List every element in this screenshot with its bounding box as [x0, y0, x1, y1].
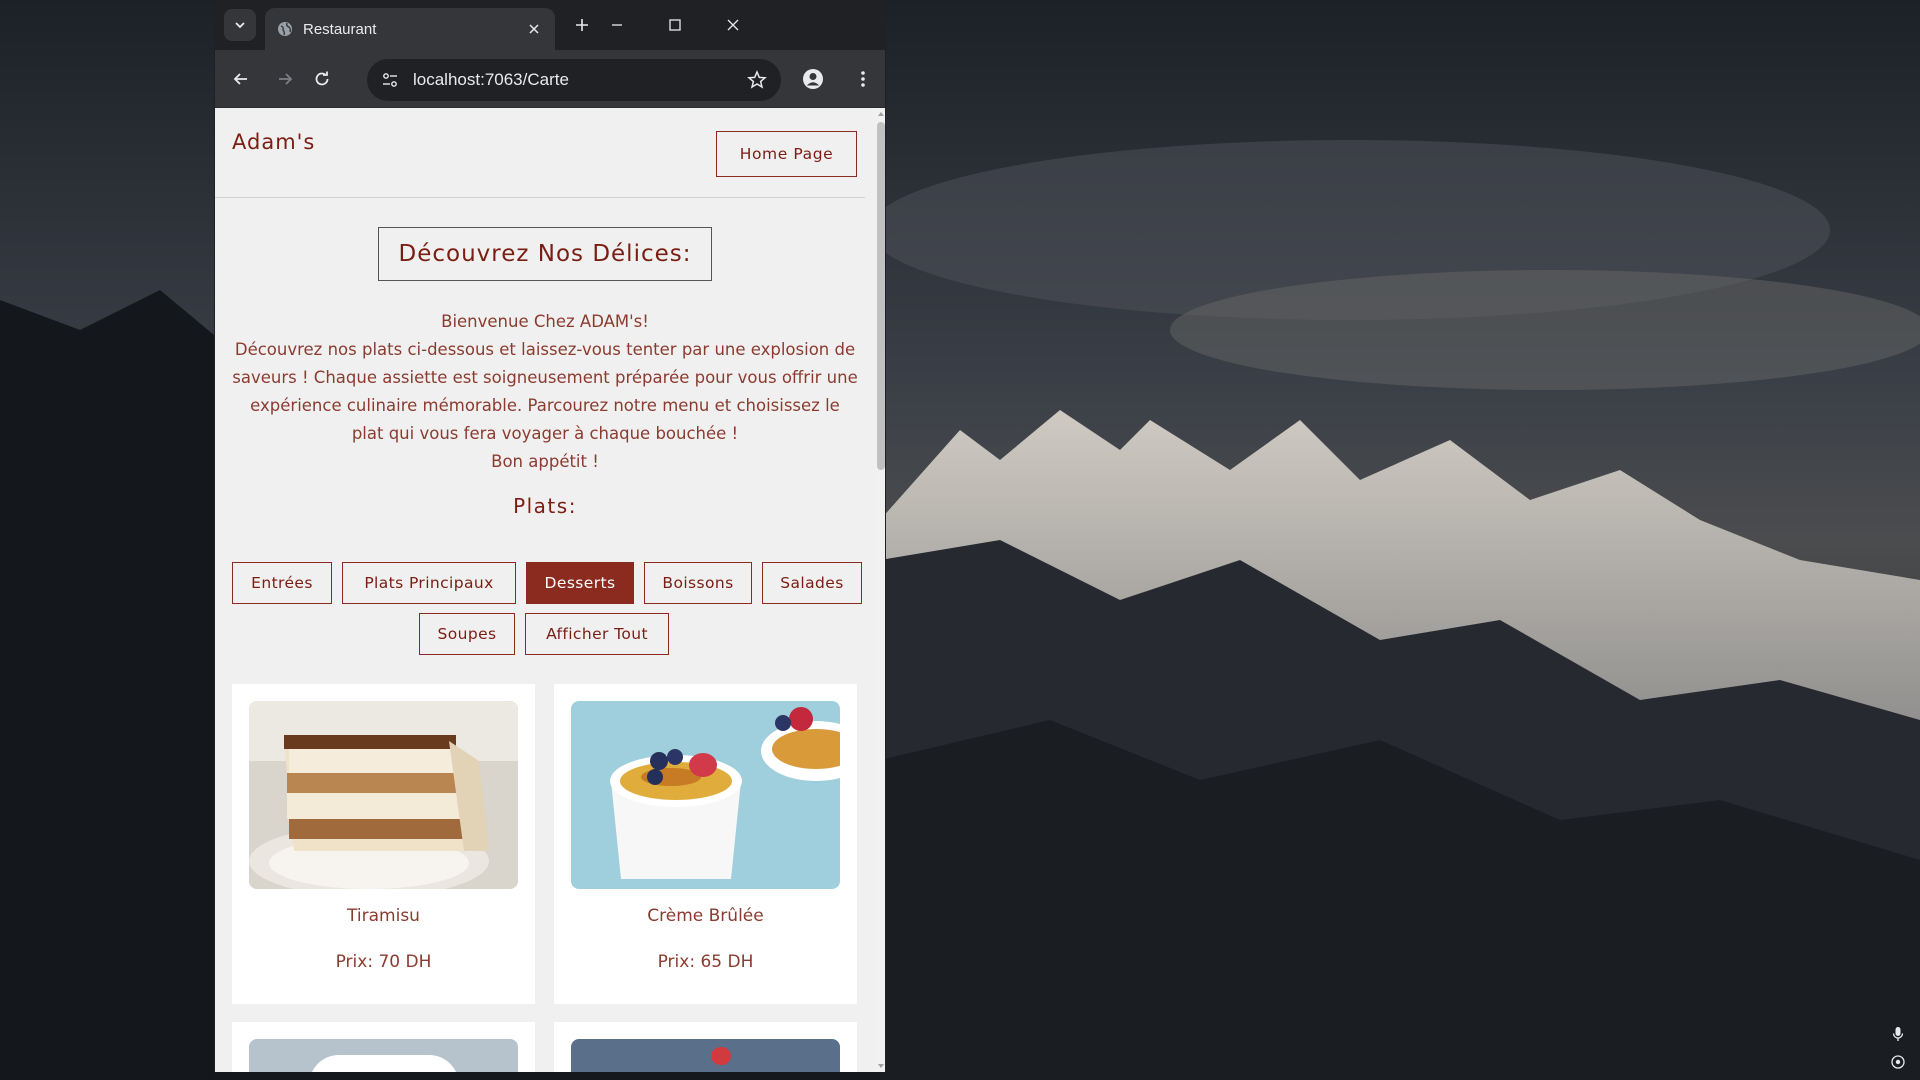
- chevron-down-icon: [235, 22, 245, 29]
- reload-button[interactable]: [310, 67, 334, 91]
- site-header: Adam's Home Page: [215, 108, 865, 198]
- close-window-button[interactable]: [721, 13, 745, 37]
- home-page-button[interactable]: Home Page: [716, 131, 857, 177]
- browser-window: Restaurant localhost:7063/Carte Adam's H…: [214, 0, 886, 1072]
- minimize-icon: [612, 24, 622, 26]
- brand-logo[interactable]: Adam's: [232, 130, 315, 154]
- dish-card[interactable]: Tiramisu Prix: 70 DH: [232, 684, 535, 1004]
- filter-desserts-button[interactable]: Desserts: [526, 562, 634, 604]
- maximize-icon: [669, 19, 681, 31]
- dish-image-creme-brulee: [571, 701, 840, 889]
- site-settings-icon[interactable]: [381, 71, 399, 89]
- address-bar[interactable]: localhost:7063/Carte: [367, 59, 781, 101]
- page-scrollbar[interactable]: [875, 108, 885, 1072]
- dish-image-tiramisu: [249, 701, 518, 889]
- location-icon[interactable]: [1890, 1054, 1906, 1070]
- filter-entrees-button[interactable]: Entrées: [232, 562, 332, 604]
- browser-menu-button[interactable]: [851, 67, 875, 91]
- scroll-down-icon[interactable]: [877, 1062, 885, 1070]
- tab-search-button[interactable]: [224, 9, 256, 41]
- tab-restaurant[interactable]: Restaurant: [265, 8, 555, 50]
- forward-button[interactable]: [273, 67, 297, 91]
- dish-image-partial: [249, 1039, 518, 1072]
- page-title: Découvrez Nos Délices:: [378, 227, 712, 281]
- browser-toolbar: localhost:7063/Carte: [215, 50, 885, 108]
- dish-price: Prix: 65 DH: [657, 952, 754, 972]
- filter-plats-principaux-button[interactable]: Plats Principaux: [342, 562, 516, 604]
- dish-card-partial[interactable]: [554, 1022, 857, 1072]
- intro-line: saveurs ! Chaque assiette est soigneusem…: [232, 368, 858, 387]
- filter-boissons-button[interactable]: Boissons: [644, 562, 752, 604]
- account-icon: [803, 69, 823, 89]
- maximize-button[interactable]: [663, 13, 687, 37]
- dish-card-partial[interactable]: [232, 1022, 535, 1072]
- tab-title: Restaurant: [303, 20, 377, 38]
- tab-strip: Restaurant: [215, 0, 885, 50]
- intro-line: expérience culinaire mémorable. Parcoure…: [250, 396, 840, 415]
- page-viewport: Adam's Home Page Découvrez Nos Délices: …: [215, 108, 885, 1072]
- dish-image-partial: [571, 1039, 840, 1072]
- reload-icon: [315, 71, 329, 86]
- dish-name: Tiramisu: [347, 906, 420, 926]
- filter-afficher-tout-button[interactable]: Afficher Tout: [525, 613, 669, 655]
- section-title-plats: Plats:: [513, 494, 577, 518]
- back-button[interactable]: [229, 67, 253, 91]
- close-tab-icon[interactable]: [525, 20, 543, 38]
- plus-icon: [576, 19, 588, 31]
- new-tab-button[interactable]: [570, 13, 594, 37]
- scroll-up-icon[interactable]: [877, 110, 885, 118]
- intro-line: Découvrez nos plats ci-dessous et laisse…: [234, 340, 856, 359]
- microphone-icon[interactable]: [1890, 1026, 1906, 1042]
- intro-text: Bienvenue Chez ADAM's! Découvrez nos pla…: [215, 308, 875, 476]
- filter-salades-button[interactable]: Salades: [762, 562, 862, 604]
- filter-soupes-button[interactable]: Soupes: [419, 613, 515, 655]
- intro-line: Bon appétit !: [491, 452, 599, 471]
- intro-line: Bienvenue Chez ADAM's!: [441, 312, 649, 331]
- intro-line: plat qui vous fera voyager à chaque bouc…: [351, 424, 739, 443]
- dish-card[interactable]: Crème Brûlée Prix: 65 DH: [554, 684, 857, 1004]
- url-text[interactable]: localhost:7063/Carte: [413, 70, 747, 90]
- scrollbar-thumb[interactable]: [877, 122, 885, 470]
- star-icon[interactable]: [747, 70, 767, 90]
- globe-icon: [278, 22, 292, 36]
- dish-name: Crème Brûlée: [647, 906, 764, 926]
- dish-price: Prix: 70 DH: [335, 952, 432, 972]
- more-vertical-icon: [861, 71, 865, 87]
- restaurant-page: Adam's Home Page Découvrez Nos Délices: …: [215, 108, 875, 1072]
- arrow-right-icon: [279, 73, 293, 85]
- minimize-button[interactable]: [605, 13, 629, 37]
- profile-button[interactable]: [801, 67, 825, 91]
- arrow-left-icon: [233, 73, 247, 85]
- close-icon: [727, 19, 739, 31]
